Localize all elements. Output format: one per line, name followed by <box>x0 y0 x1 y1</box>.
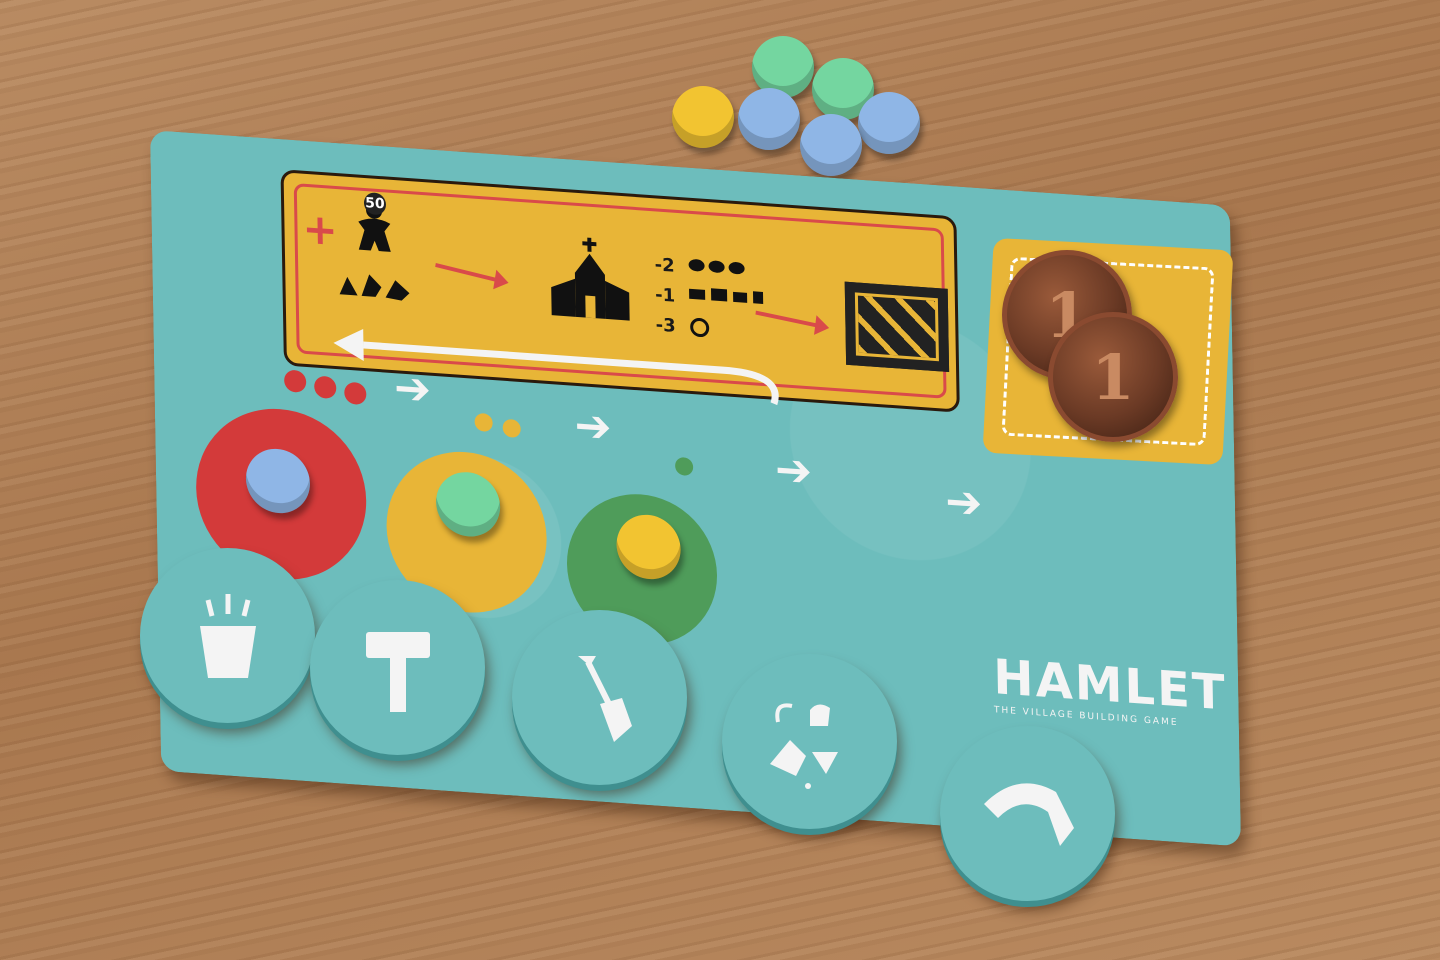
token-curve[interactable] <box>940 726 1115 901</box>
coin[interactable]: 1 <box>1048 312 1178 442</box>
dot-red <box>283 369 307 393</box>
loose-pawn-blue[interactable] <box>858 92 920 154</box>
track-arrow: ➔ <box>393 362 432 416</box>
curve-icon <box>983 782 1074 846</box>
crate-inner <box>854 292 939 362</box>
loose-pawn-blue[interactable] <box>800 114 862 176</box>
cost-line-1: -2 <box>654 254 675 277</box>
shovel-icon <box>577 655 632 742</box>
rocks-icon <box>769 702 838 789</box>
dot-yellow <box>474 412 493 433</box>
loose-pawn-yellow[interactable] <box>672 86 734 148</box>
hamlet-logo: HAMLET THE VILLAGE BUILDING GAME <box>993 649 1227 731</box>
token-rocks[interactable] <box>722 654 897 829</box>
dot-yellow <box>502 418 521 439</box>
hammer-icon <box>365 631 430 712</box>
track-arrow: ➔ <box>944 475 983 530</box>
cost-line-3: -3 <box>655 314 676 337</box>
player-board: + 50 -2 -1 -3 ➔ ➔ ➔ ➔ HAMLET THE VILLAGE… <box>150 130 1242 847</box>
plus-sign: + <box>302 203 339 256</box>
token-bucket[interactable] <box>140 548 315 723</box>
track-arrow: ➔ <box>774 443 813 498</box>
resource-icons <box>688 259 764 338</box>
loose-pawn-blue[interactable] <box>738 88 800 150</box>
crate-icon <box>844 281 950 372</box>
cost-line-2: -1 <box>655 284 676 307</box>
church-icon <box>551 237 630 321</box>
token-shovel[interactable] <box>512 610 687 785</box>
dot-green <box>674 456 694 477</box>
bucket-icon <box>199 593 256 678</box>
token-hammer[interactable] <box>310 580 485 755</box>
track-arrow: ➔ <box>574 399 612 454</box>
rocks-icon <box>339 274 410 301</box>
